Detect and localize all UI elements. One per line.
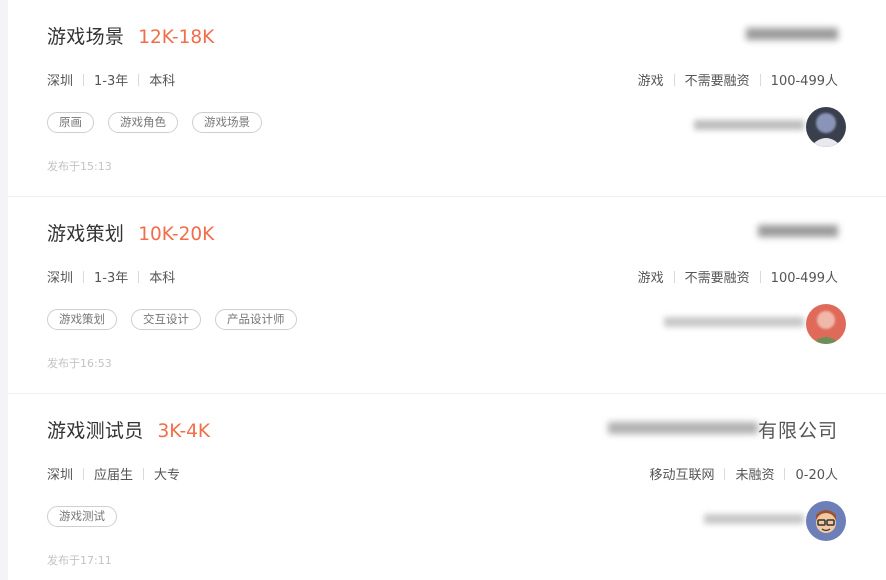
job-tag: 游戏测试 [47,506,117,527]
divider [724,467,726,480]
job-location: 深圳 [47,74,74,89]
divider [673,270,675,283]
company-funding: 不需要融资 [684,271,750,286]
job-card[interactable]: 游戏场景 12K-18K 深圳 1-3年 本科 游戏 不需要融资 100-499… [8,0,886,197]
salary: 10K-20K [138,224,215,245]
job-tags: 原画 游戏角色 游戏场景 [47,112,276,133]
cartoon-glasses-avatar-icon[interactable] [806,501,846,541]
job-tag: 产品设计师 [215,309,297,330]
red-avatar-icon[interactable] [806,304,846,344]
job-tag: 游戏策划 [47,309,117,330]
job-experience: 1-3年 [94,74,129,89]
job-title[interactable]: 游戏场景 [47,22,124,49]
blurred-recruiter-graphic [694,120,804,130]
company-name[interactable]: 有限公司 [607,416,838,443]
company-name-blurred[interactable] [746,22,838,49]
company-size: 100-499人 [770,271,838,286]
blurred-recruiter-graphic [704,514,804,524]
job-location: 深圳 [47,468,74,483]
job-requirements: 深圳 1-3年 本科 [47,70,175,89]
divider [759,270,761,283]
job-tag: 游戏场景 [192,112,262,133]
publish-time: 发布于15:13 [47,160,112,173]
divider [673,73,675,86]
divider [759,73,761,86]
job-tags: 游戏策划 交互设计 产品设计师 [47,309,311,330]
job-title[interactable]: 游戏策划 [47,219,124,246]
salary: 3K-4K [157,421,211,442]
blurred-company-name-graphic [746,28,838,40]
blurred-company-prefix-graphic [607,422,758,434]
job-title-row: 游戏场景 12K-18K [47,22,214,49]
company-name-suffix: 有限公司 [757,420,838,442]
divider [83,270,85,283]
job-card[interactable]: 游戏策划 10K-20K 深圳 1-3年 本科 游戏 不需要融资 100-499… [8,197,886,394]
blurred-recruiter-graphic [664,317,804,327]
salary: 12K-18K [138,27,215,48]
job-experience: 1-3年 [94,271,129,286]
company-info: 游戏 不需要融资 100-499人 [638,267,838,286]
company-industry: 游戏 [637,74,664,89]
job-list: 游戏场景 12K-18K 深圳 1-3年 本科 游戏 不需要融资 100-499… [8,0,886,580]
company-industry: 移动互联网 [649,468,715,483]
job-card[interactable]: 游戏测试员 3K-4K 有限公司 深圳 应届生 大专 移动互联网 未融资 0-2… [8,394,886,580]
job-location: 深圳 [47,271,74,286]
job-requirements: 深圳 应届生 大专 [47,464,180,483]
avatar-graphic [806,501,846,541]
recruiter-name-blurred [704,510,804,532]
divider [143,467,145,480]
job-title-row: 游戏策划 10K-20K [47,219,214,246]
blurred-company-name-graphic [758,225,838,237]
recruiter-name-blurred [664,313,804,335]
job-tag: 原画 [47,112,94,133]
divider [83,73,85,86]
divider [784,467,786,480]
divider [138,270,140,283]
company-info: 游戏 不需要融资 100-499人 [638,70,838,89]
person-photo-avatar-icon[interactable] [806,107,846,147]
job-education: 本科 [149,74,176,89]
job-tag: 交互设计 [131,309,201,330]
job-requirements: 深圳 1-3年 本科 [47,267,175,286]
recruiter-name-blurred [694,116,804,138]
company-industry: 游戏 [637,271,664,286]
blurred-company-prefix [607,416,758,443]
company-size: 100-499人 [770,74,838,89]
company-info: 移动互联网 未融资 0-20人 [649,464,838,483]
publish-time: 发布于17:11 [47,554,112,567]
job-education: 大专 [154,468,181,483]
divider [83,467,85,480]
publish-time: 发布于16:53 [47,357,112,370]
company-funding: 不需要融资 [684,74,750,89]
company-size: 0-20人 [795,468,838,483]
job-title[interactable]: 游戏测试员 [47,416,144,443]
job-tags: 游戏测试 [47,506,131,527]
job-title-row: 游戏测试员 3K-4K [47,416,210,443]
avatar-graphic [806,107,846,147]
divider [138,73,140,86]
job-tag: 游戏角色 [108,112,178,133]
company-name-blurred[interactable] [758,219,838,246]
job-education: 本科 [149,271,176,286]
company-funding: 未融资 [735,468,775,483]
avatar-graphic [806,304,846,344]
job-experience: 应届生 [94,468,134,483]
